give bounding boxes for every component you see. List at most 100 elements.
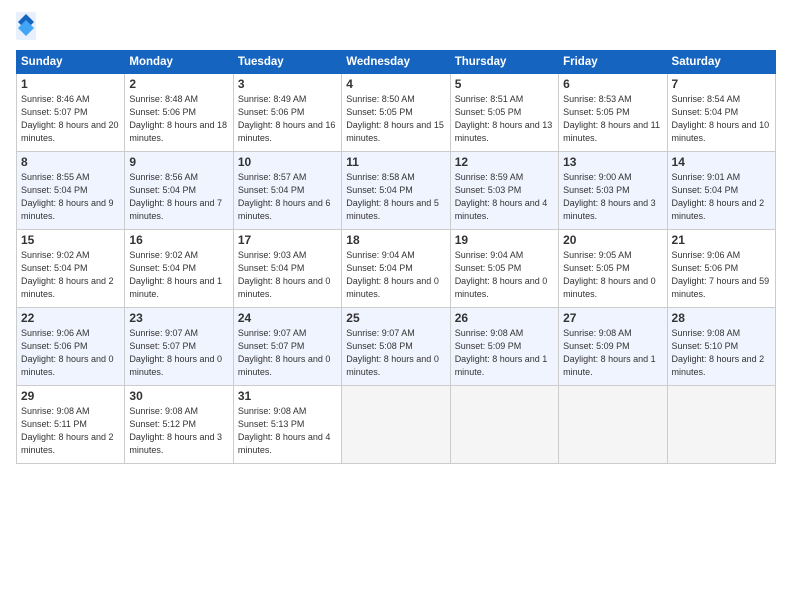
day-number: 25 xyxy=(346,311,445,325)
day-info: Sunrise: 8:51 AMSunset: 5:05 PMDaylight:… xyxy=(455,93,554,145)
day-info: Sunrise: 9:05 AMSunset: 5:05 PMDaylight:… xyxy=(563,249,662,301)
calendar-cell: 14 Sunrise: 9:01 AMSunset: 5:04 PMDayligh… xyxy=(667,152,775,230)
calendar-cell: 6 Sunrise: 8:53 AMSunset: 5:05 PMDaylight… xyxy=(559,74,667,152)
day-info: Sunrise: 9:08 AMSunset: 5:13 PMDaylight:… xyxy=(238,405,337,457)
calendar-cell: 16Sunrise: 9:02 AMSunset: 5:04 PMDayligh… xyxy=(125,230,233,308)
weekday-header-thursday: Thursday xyxy=(450,51,558,74)
day-info: Sunrise: 8:57 AMSunset: 5:04 PMDaylight:… xyxy=(238,171,337,223)
day-number: 3 xyxy=(238,77,337,91)
day-number: 28 xyxy=(672,311,771,325)
calendar-row-3: 22Sunrise: 9:06 AMSunset: 5:06 PMDayligh… xyxy=(17,308,776,386)
calendar-cell: 29 Sunrise: 9:08 AMSunset: 5:11 PMDayligh… xyxy=(17,386,125,464)
day-number: 6 xyxy=(563,77,662,91)
day-info: Sunrise: 9:07 AMSunset: 5:07 PMDaylight:… xyxy=(238,327,337,379)
day-number: 14 xyxy=(672,155,771,169)
day-info: Sunrise: 9:07 AMSunset: 5:08 PMDaylight:… xyxy=(346,327,445,379)
calendar-cell: 19 Sunrise: 9:04 AMSunset: 5:05 PMDayligh… xyxy=(450,230,558,308)
logo xyxy=(16,12,40,40)
weekday-header-row: SundayMondayTuesdayWednesdayThursdayFrid… xyxy=(17,51,776,74)
day-number: 10 xyxy=(238,155,337,169)
weekday-header-friday: Friday xyxy=(559,51,667,74)
day-number: 4 xyxy=(346,77,445,91)
calendar-cell xyxy=(559,386,667,464)
weekday-header-tuesday: Tuesday xyxy=(233,51,341,74)
calendar-cell xyxy=(667,386,775,464)
calendar-cell: 18 Sunrise: 9:04 AMSunset: 5:04 PMDayligh… xyxy=(342,230,450,308)
calendar-row-4: 29 Sunrise: 9:08 AMSunset: 5:11 PMDayligh… xyxy=(17,386,776,464)
day-number: 8 xyxy=(21,155,120,169)
day-number: 2 xyxy=(129,77,228,91)
calendar-cell: 23Sunrise: 9:07 AMSunset: 5:07 PMDayligh… xyxy=(125,308,233,386)
day-number: 27 xyxy=(563,311,662,325)
day-info: Sunrise: 9:02 AMSunset: 5:04 PMDaylight:… xyxy=(21,249,120,301)
calendar-row-2: 15Sunrise: 9:02 AMSunset: 5:04 PMDayligh… xyxy=(17,230,776,308)
day-number: 22 xyxy=(21,311,120,325)
calendar-table: SundayMondayTuesdayWednesdayThursdayFrid… xyxy=(16,50,776,464)
day-number: 5 xyxy=(455,77,554,91)
day-number: 17 xyxy=(238,233,337,247)
day-info: Sunrise: 8:46 AMSunset: 5:07 PMDaylight:… xyxy=(21,93,120,145)
day-number: 19 xyxy=(455,233,554,247)
calendar-cell: 17 Sunrise: 9:03 AMSunset: 5:04 PMDayligh… xyxy=(233,230,341,308)
day-info: Sunrise: 8:56 AMSunset: 5:04 PMDaylight:… xyxy=(129,171,228,223)
day-number: 16 xyxy=(129,233,228,247)
weekday-header-sunday: Sunday xyxy=(17,51,125,74)
weekday-header-saturday: Saturday xyxy=(667,51,775,74)
calendar-cell: 26 Sunrise: 9:08 AMSunset: 5:09 PMDayligh… xyxy=(450,308,558,386)
calendar-cell: 10 Sunrise: 8:57 AMSunset: 5:04 PMDayligh… xyxy=(233,152,341,230)
calendar-cell: 21Sunrise: 9:06 AMSunset: 5:06 PMDayligh… xyxy=(667,230,775,308)
day-info: Sunrise: 8:53 AMSunset: 5:05 PMDaylight:… xyxy=(563,93,662,145)
calendar-cell: 30 Sunrise: 9:08 AMSunset: 5:12 PMDayligh… xyxy=(125,386,233,464)
day-number: 23 xyxy=(129,311,228,325)
calendar-cell: 4 Sunrise: 8:50 AMSunset: 5:05 PMDaylight… xyxy=(342,74,450,152)
calendar-cell: 25 Sunrise: 9:07 AMSunset: 5:08 PMDayligh… xyxy=(342,308,450,386)
calendar-cell: 27 Sunrise: 9:08 AMSunset: 5:09 PMDayligh… xyxy=(559,308,667,386)
calendar-cell: 20 Sunrise: 9:05 AMSunset: 5:05 PMDayligh… xyxy=(559,230,667,308)
day-info: Sunrise: 8:54 AMSunset: 5:04 PMDaylight:… xyxy=(672,93,771,145)
calendar-page: SundayMondayTuesdayWednesdayThursdayFrid… xyxy=(0,0,792,612)
calendar-cell: 24 Sunrise: 9:07 AMSunset: 5:07 PMDayligh… xyxy=(233,308,341,386)
day-info: Sunrise: 9:08 AMSunset: 5:09 PMDaylight:… xyxy=(563,327,662,379)
calendar-row-1: 8Sunrise: 8:55 AMSunset: 5:04 PMDaylight… xyxy=(17,152,776,230)
calendar-cell: 1 Sunrise: 8:46 AMSunset: 5:07 PMDaylight… xyxy=(17,74,125,152)
day-info: Sunrise: 8:49 AMSunset: 5:06 PMDaylight:… xyxy=(238,93,337,145)
day-info: Sunrise: 9:08 AMSunset: 5:09 PMDaylight:… xyxy=(455,327,554,379)
day-info: Sunrise: 8:58 AMSunset: 5:04 PMDaylight:… xyxy=(346,171,445,223)
day-info: Sunrise: 9:04 AMSunset: 5:05 PMDaylight:… xyxy=(455,249,554,301)
logo-icon xyxy=(16,12,36,40)
day-info: Sunrise: 8:59 AMSunset: 5:03 PMDaylight:… xyxy=(455,171,554,223)
calendar-cell xyxy=(342,386,450,464)
calendar-cell xyxy=(450,386,558,464)
calendar-cell: 11 Sunrise: 8:58 AMSunset: 5:04 PMDayligh… xyxy=(342,152,450,230)
calendar-cell: 13Sunrise: 9:00 AMSunset: 5:03 PMDayligh… xyxy=(559,152,667,230)
calendar-cell: 3 Sunrise: 8:49 AMSunset: 5:06 PMDaylight… xyxy=(233,74,341,152)
day-info: Sunrise: 9:06 AMSunset: 5:06 PMDaylight:… xyxy=(672,249,771,301)
day-number: 1 xyxy=(21,77,120,91)
calendar-cell: 8Sunrise: 8:55 AMSunset: 5:04 PMDaylight… xyxy=(17,152,125,230)
day-info: Sunrise: 9:08 AMSunset: 5:12 PMDaylight:… xyxy=(129,405,228,457)
weekday-header-wednesday: Wednesday xyxy=(342,51,450,74)
day-info: Sunrise: 9:01 AMSunset: 5:04 PMDaylight:… xyxy=(672,171,771,223)
day-info: Sunrise: 8:50 AMSunset: 5:05 PMDaylight:… xyxy=(346,93,445,145)
day-number: 11 xyxy=(346,155,445,169)
weekday-header-monday: Monday xyxy=(125,51,233,74)
header xyxy=(16,12,776,40)
day-number: 7 xyxy=(672,77,771,91)
day-number: 13 xyxy=(563,155,662,169)
day-info: Sunrise: 9:03 AMSunset: 5:04 PMDaylight:… xyxy=(238,249,337,301)
day-number: 12 xyxy=(455,155,554,169)
calendar-cell: 15Sunrise: 9:02 AMSunset: 5:04 PMDayligh… xyxy=(17,230,125,308)
calendar-cell: 22Sunrise: 9:06 AMSunset: 5:06 PMDayligh… xyxy=(17,308,125,386)
calendar-row-0: 1 Sunrise: 8:46 AMSunset: 5:07 PMDaylight… xyxy=(17,74,776,152)
day-info: Sunrise: 9:08 AMSunset: 5:11 PMDaylight:… xyxy=(21,405,120,457)
day-number: 26 xyxy=(455,311,554,325)
day-number: 20 xyxy=(563,233,662,247)
calendar-cell: 28Sunrise: 9:08 AMSunset: 5:10 PMDayligh… xyxy=(667,308,775,386)
day-number: 29 xyxy=(21,389,120,403)
day-number: 18 xyxy=(346,233,445,247)
day-info: Sunrise: 9:04 AMSunset: 5:04 PMDaylight:… xyxy=(346,249,445,301)
calendar-cell: 5 Sunrise: 8:51 AMSunset: 5:05 PMDaylight… xyxy=(450,74,558,152)
day-number: 24 xyxy=(238,311,337,325)
calendar-cell: 9Sunrise: 8:56 AMSunset: 5:04 PMDaylight… xyxy=(125,152,233,230)
day-number: 30 xyxy=(129,389,228,403)
